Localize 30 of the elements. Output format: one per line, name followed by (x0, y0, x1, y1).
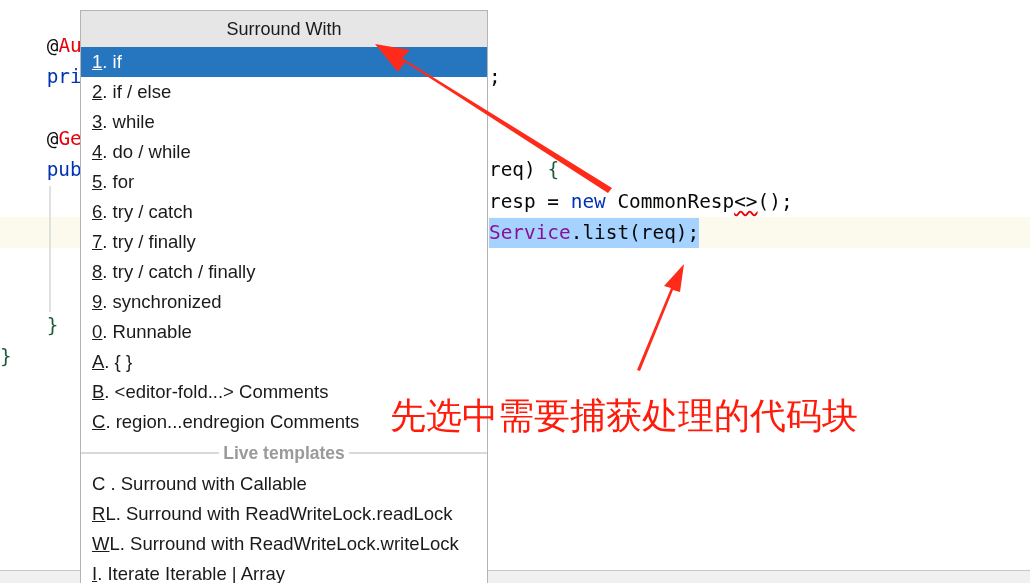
menu-item[interactable]: 1. if (81, 47, 487, 77)
code-text: } (45, 313, 59, 340)
menu-item[interactable]: B. <editor-fold...> Comments (81, 377, 335, 407)
menu-item[interactable]: 0. Runnable (81, 317, 198, 347)
code-text: resp = new CommonResp<>(); (489, 188, 793, 215)
menu-item[interactable]: I. Iterate Iterable | Array (81, 559, 291, 583)
menu-item[interactable]: 3. while (81, 107, 161, 137)
menu-item[interactable]: RL. Surround with ReadWriteLock.readLock (81, 499, 459, 529)
menu-item[interactable]: 5. for (81, 167, 141, 197)
code-text: @Ge (45, 126, 82, 153)
menu-item[interactable]: 4. do / while (81, 137, 197, 167)
code-text: pub (45, 157, 82, 184)
popup-title: Surround With (81, 11, 487, 47)
code-text: } (0, 344, 12, 371)
section-header: Live templates (223, 442, 345, 464)
menu-item[interactable]: A. { } (81, 347, 139, 377)
code-text: pri (45, 63, 82, 90)
menu-item[interactable]: C. region...endregion Comments (81, 407, 366, 437)
annotation-text: 先选中需要捕获处理的代码块 (390, 394, 858, 438)
code-text: @Au (45, 32, 82, 59)
menu-item[interactable]: 8. try / catch / finally (81, 257, 262, 287)
menu-item[interactable]: C . Surround with Callable (81, 469, 313, 499)
menu-item[interactable]: WL. Surround with ReadWriteLock.writeLock (81, 529, 465, 559)
menu-item[interactable]: 6. try / catch (81, 197, 199, 227)
menu-item[interactable]: 7. try / finally (81, 227, 202, 257)
menu-item[interactable]: 9. synchronized (81, 287, 228, 317)
code-text: ; (489, 63, 501, 90)
code-text: Service.list(req); (489, 217, 700, 248)
menu-item[interactable]: 2. if / else (81, 77, 178, 107)
code-text: req) { (489, 157, 560, 184)
